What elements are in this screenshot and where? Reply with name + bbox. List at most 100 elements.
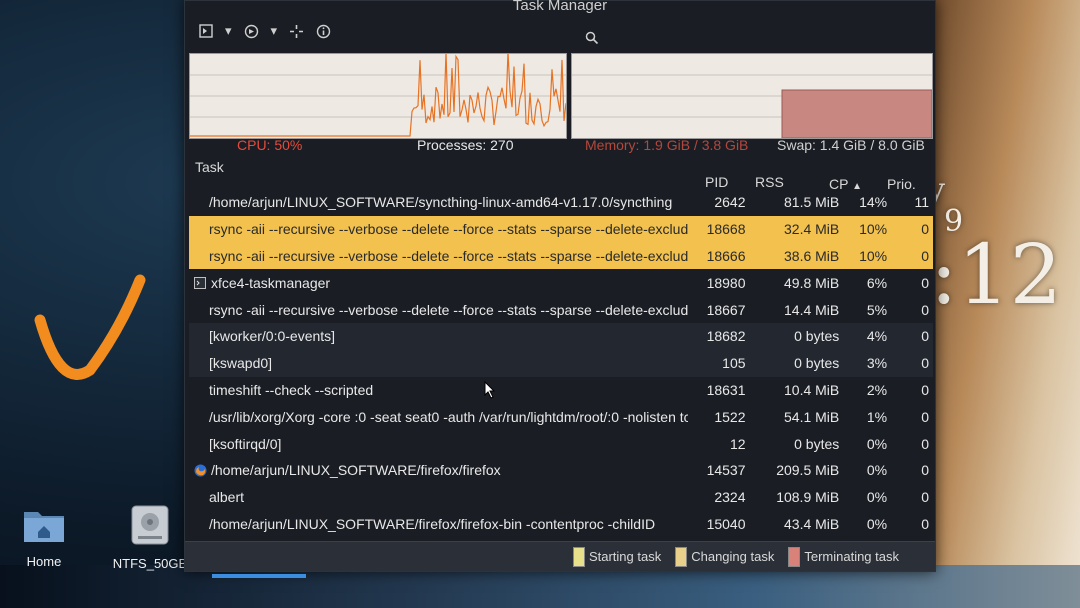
process-cpu: 5% [866, 301, 888, 318]
process-row[interactable]: rsync -aii --recursive --verbose --delet… [189, 215, 933, 243]
process-name: [ksoftirqd/0] [209, 435, 282, 452]
checkmark-annotation-icon [34, 274, 146, 380]
show-window-button[interactable] [199, 24, 213, 38]
process-rss: 49.8 MiB [784, 274, 840, 291]
chevron-down-icon[interactable]: ▾ [225, 23, 232, 39]
process-row[interactable]: rsync -aii --recursive --verbose --delet… [189, 242, 933, 270]
process-row[interactable]: /home/arjun/LINUX_SOFTWARE/firefox/firef… [189, 457, 933, 484]
process-priority: 0 [921, 462, 929, 479]
memory-usage-label: Memory: 1.9 GiB / 3.8 GiB [585, 137, 749, 153]
about-button[interactable] [316, 24, 331, 39]
process-pid: 18668 [706, 221, 746, 238]
process-name: rsync -aii --recursive --verbose --delet… [209, 301, 688, 318]
process-cpu: 1% [866, 408, 888, 425]
process-rss: 32.4 MiB [784, 221, 840, 238]
legend-label: Changing task [691, 549, 775, 564]
process-priority: 0 [921, 274, 929, 291]
process-name-cell: /home/arjun/LINUX_SOFTWARE/firefox/firef… [189, 462, 688, 478]
process-cpu: 10% [859, 247, 888, 264]
legend-terminating-task: Terminating task [788, 546, 899, 567]
process-rss: 0 bytes [794, 435, 840, 452]
process-cpu: 6% [866, 274, 888, 291]
process-pid: 18666 [706, 247, 746, 264]
search-icon[interactable] [585, 31, 599, 48]
window-icon [199, 24, 213, 38]
column-header-pid[interactable]: PID [705, 174, 728, 190]
process-row[interactable]: /home/arjun/LINUX_SOFTWARE/firefox/firef… [189, 511, 933, 538]
legend-label: Starting task [588, 549, 662, 564]
process-rss: 0 bytes [794, 355, 840, 372]
process-rss: 54.1 MiB [784, 408, 840, 425]
gear-icon [244, 24, 258, 38]
swap-usage-label: Swap: 1.4 GiB / 8.0 GiB [777, 137, 925, 153]
process-name: /usr/lib/xorg/Xorg -core :0 -seat seat0 … [209, 408, 688, 425]
process-row[interactable]: /home/arjun/LINUX_SOFTWARE/syncthing-lin… [189, 189, 933, 216]
process-priority: 0 [921, 381, 929, 398]
process-priority: 0 [921, 435, 929, 452]
crosshair-select-button[interactable] [289, 24, 304, 39]
desktop-icon-home[interactable]: Home [4, 506, 84, 569]
process-pid: 2642 [714, 194, 746, 211]
process-rss: 209.5 MiB [776, 462, 840, 479]
process-row[interactable]: [ksoftirqd/0] 12 0 bytes 0% 0 [189, 430, 933, 457]
process-count-label: Processes: 270 [417, 137, 514, 153]
taskbar-active-indicator [212, 574, 306, 578]
process-row[interactable]: [kworker/0:0-events] 18682 0 bytes 4% 0 [189, 322, 933, 350]
process-row[interactable]: xfce4-taskmanager 18980 49.8 MiB 6% 0 [189, 269, 933, 296]
legend-changing-task: Changing task [675, 546, 775, 567]
process-cpu: 14% [859, 194, 888, 211]
process-name: xfce4-taskmanager [211, 274, 331, 291]
legend-starting-task: Starting task [572, 546, 662, 567]
process-pid: 18682 [706, 328, 746, 345]
desktop-icon-drive-label: NTFS_50GB [112, 556, 188, 571]
legend-swatch [572, 546, 585, 567]
process-row[interactable]: timeshift --check --scripted 18631 10.4 … [189, 377, 933, 404]
process-priority: 0 [921, 408, 929, 425]
process-pid: 15040 [706, 515, 746, 532]
toolbar: ▾ ▾ [199, 19, 331, 43]
process-pid: 18980 [706, 274, 746, 291]
process-rss: 0 bytes [794, 328, 840, 345]
column-header-rss[interactable]: RSS [755, 174, 784, 190]
clock-time-partial: :12 [930, 228, 1062, 323]
mouse-pointer-icon [484, 381, 496, 399]
settings-button[interactable] [244, 24, 259, 39]
process-row[interactable]: albert 2324 108.9 MiB 0% 0 [189, 484, 933, 511]
process-priority: 0 [921, 301, 929, 318]
process-pid: 18631 [706, 381, 746, 398]
legend-label: Terminating task [804, 549, 899, 564]
process-row[interactable]: [kswapd0] 105 0 bytes 3% 0 [189, 349, 933, 377]
process-name: [kworker/0:0-events] [209, 328, 336, 345]
process-cpu: 10% [859, 221, 888, 238]
process-pid: 18667 [706, 301, 746, 318]
chevron-down-icon[interactable]: ▾ [271, 23, 278, 39]
process-priority: 0 [921, 247, 929, 264]
process-pid: 14537 [706, 462, 746, 479]
process-priority: 0 [921, 489, 929, 506]
task-manager-window[interactable]: Task Manager ▾ ▾ CPU: 50% Processes: 270… [184, 0, 936, 572]
process-name: /home/arjun/LINUX_SOFTWARE/firefox/firef… [209, 515, 656, 532]
desktop-icon-home-label: Home [26, 554, 62, 569]
status-legend: Starting task Changing task Terminating … [185, 541, 935, 571]
process-rss: 43.4 MiB [784, 515, 840, 532]
process-cpu: 3% [866, 355, 888, 372]
cpu-usage-label: CPU: 50% [237, 137, 303, 153]
process-name: timeshift --check --scripted [209, 381, 374, 398]
process-row[interactable]: /usr/lib/xorg/Xorg -core :0 -seat seat0 … [189, 403, 933, 430]
firefox-icon [193, 463, 207, 477]
cpu-graph [189, 53, 567, 139]
column-header-task[interactable]: Task [195, 159, 224, 175]
memory-fill [781, 89, 932, 138]
process-cpu: 4% [866, 328, 888, 345]
process-name: [kswapd0] [209, 355, 273, 372]
process-cpu: 0% [866, 435, 888, 452]
process-cpu: 0% [866, 489, 888, 506]
desktop-icon-drive[interactable]: NTFS_50GB [110, 504, 190, 571]
process-row[interactable]: rsync -aii --recursive --verbose --delet… [189, 296, 933, 323]
process-pid: 12 [729, 435, 746, 452]
process-priority: 11 [914, 194, 929, 211]
process-rss: 108.9 MiB [776, 489, 840, 506]
process-rss: 38.6 MiB [784, 247, 840, 264]
legend-swatch [675, 546, 688, 567]
process-rss: 81.5 MiB [784, 194, 840, 211]
